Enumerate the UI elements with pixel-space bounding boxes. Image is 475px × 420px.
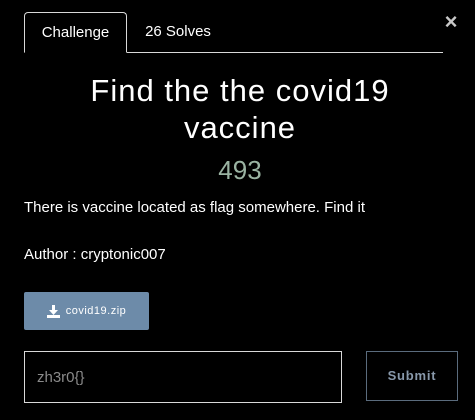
submit-button[interactable]: Submit	[366, 351, 458, 401]
challenge-tabs: Challenge 26 Solves	[24, 12, 443, 53]
challenge-description: There is vaccine located as flag somewhe…	[24, 199, 365, 216]
tab-solves[interactable]: 26 Solves	[128, 12, 228, 52]
challenge-points: 493	[218, 155, 262, 185]
download-icon	[46, 304, 60, 318]
tab-challenge[interactable]: Challenge	[24, 12, 127, 53]
challenge-title: Find the the covid19 vaccine	[90, 73, 390, 145]
challenge-author: Author : cryptonic007	[24, 246, 166, 263]
close-icon[interactable]: ×	[442, 10, 460, 34]
file-name: covid19.zip	[65, 305, 127, 317]
flag-input[interactable]	[24, 351, 342, 403]
download-file-button[interactable]: covid19.zip	[24, 292, 149, 330]
